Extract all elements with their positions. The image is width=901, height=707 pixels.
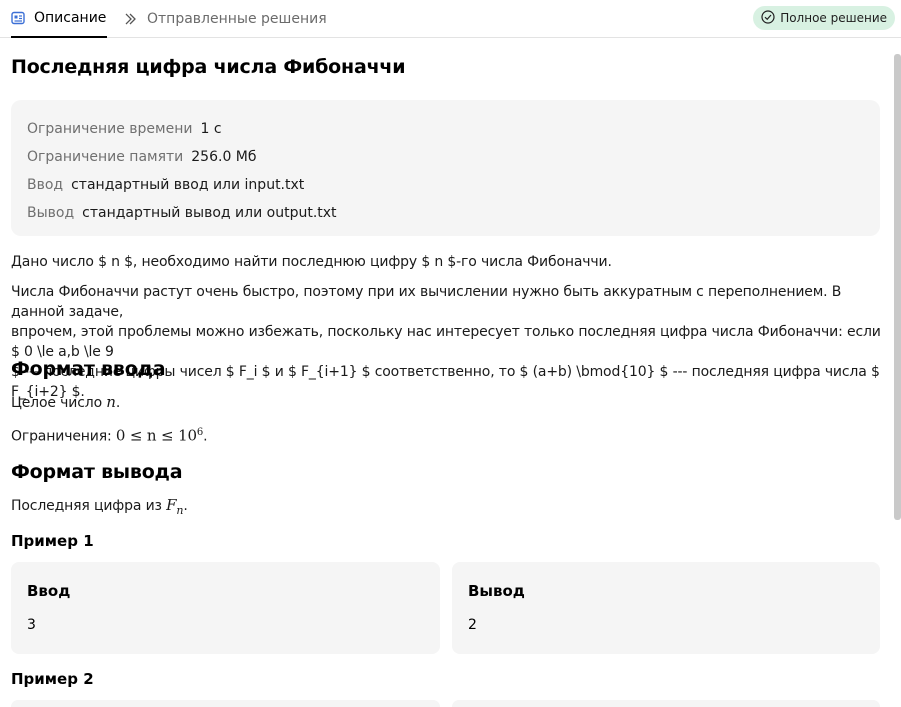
example-input-value[interactable]: 3 — [27, 617, 424, 633]
example-2-output — [452, 700, 880, 707]
input-text: Целое число — [11, 395, 107, 411]
problem-title: Последняя цифра числа Фибоначчи — [11, 56, 406, 78]
limit-label: Ограничение памяти — [27, 149, 184, 165]
output-format-heading: Формат вывода — [11, 461, 183, 483]
example-2-heading: Пример 2 — [11, 670, 94, 688]
math-n: n — [106, 393, 116, 411]
example-output-label: Вывод — [468, 582, 525, 600]
status-text: Полное решение — [780, 11, 887, 25]
output-description: Последняя цифра из Fn. — [11, 496, 188, 517]
input-format-heading: Формат ввода — [11, 358, 166, 380]
tab-submissions[interactable]: Отправленные решения — [124, 0, 327, 38]
limit-value: стандартный ввод или input.txt — [71, 177, 305, 193]
statement-line: Числа Фибоначчи растут очень быстро, поэ… — [11, 284, 842, 320]
input-constraints: Ограничения: 0 ≤ n ≤ 106. — [11, 426, 208, 445]
limit-label: Ввод — [27, 177, 64, 193]
statement-line: впрочем, этой проблемы можно избежать, п… — [11, 324, 881, 360]
description-icon — [11, 11, 26, 26]
limit-time: Ограничение времени 1 с — [27, 115, 864, 143]
statement-paragraph-2: Числа Фибоначчи растут очень быстро, поэ… — [11, 282, 881, 402]
status-badge: Полное решение — [753, 6, 895, 30]
example-1-input: Ввод 3 — [11, 562, 440, 654]
tab-bar: Описание Отправленные решения Полное реш… — [0, 0, 901, 38]
limit-label: Ограничение времени — [27, 121, 193, 137]
limit-value: 1 с — [200, 121, 222, 137]
tab-submissions-label: Отправленные решения — [147, 11, 327, 27]
limit-output: Вывод стандартный вывод или output.txt — [27, 199, 864, 227]
limits-panel: Ограничение времени 1 с Ограничение памя… — [11, 100, 880, 236]
tab-description[interactable]: Описание — [11, 0, 108, 38]
example-output-value[interactable]: 2 — [468, 617, 864, 633]
limit-value: стандартный вывод или output.txt — [82, 205, 337, 221]
statement-paragraph-1: Дано число $ n $, необходимо найти после… — [11, 254, 612, 270]
example-input-label: Ввод — [27, 582, 71, 600]
limit-input: Ввод стандартный ввод или input.txt — [27, 171, 864, 199]
math-f: F — [166, 496, 177, 514]
limit-memory: Ограничение памяти 256.0 Мб — [27, 143, 864, 171]
example-1-output: Вывод 2 — [452, 562, 880, 654]
limit-label: Вывод — [27, 205, 75, 221]
scrollbar[interactable] — [894, 54, 901, 520]
example-2-input — [11, 700, 440, 707]
constraints-label: Ограничения: — [11, 428, 116, 445]
limit-value: 256.0 Мб — [191, 149, 257, 165]
double-chevron-icon — [124, 12, 139, 27]
output-text: Последняя цифра из — [11, 498, 167, 514]
example-1-heading: Пример 1 — [11, 532, 94, 550]
input-description: Целое число n. — [11, 393, 121, 411]
math-constraint: 0 ≤ n ≤ 10 — [115, 426, 197, 445]
tab-description-label: Описание — [34, 10, 107, 26]
check-circle-icon — [761, 9, 775, 27]
